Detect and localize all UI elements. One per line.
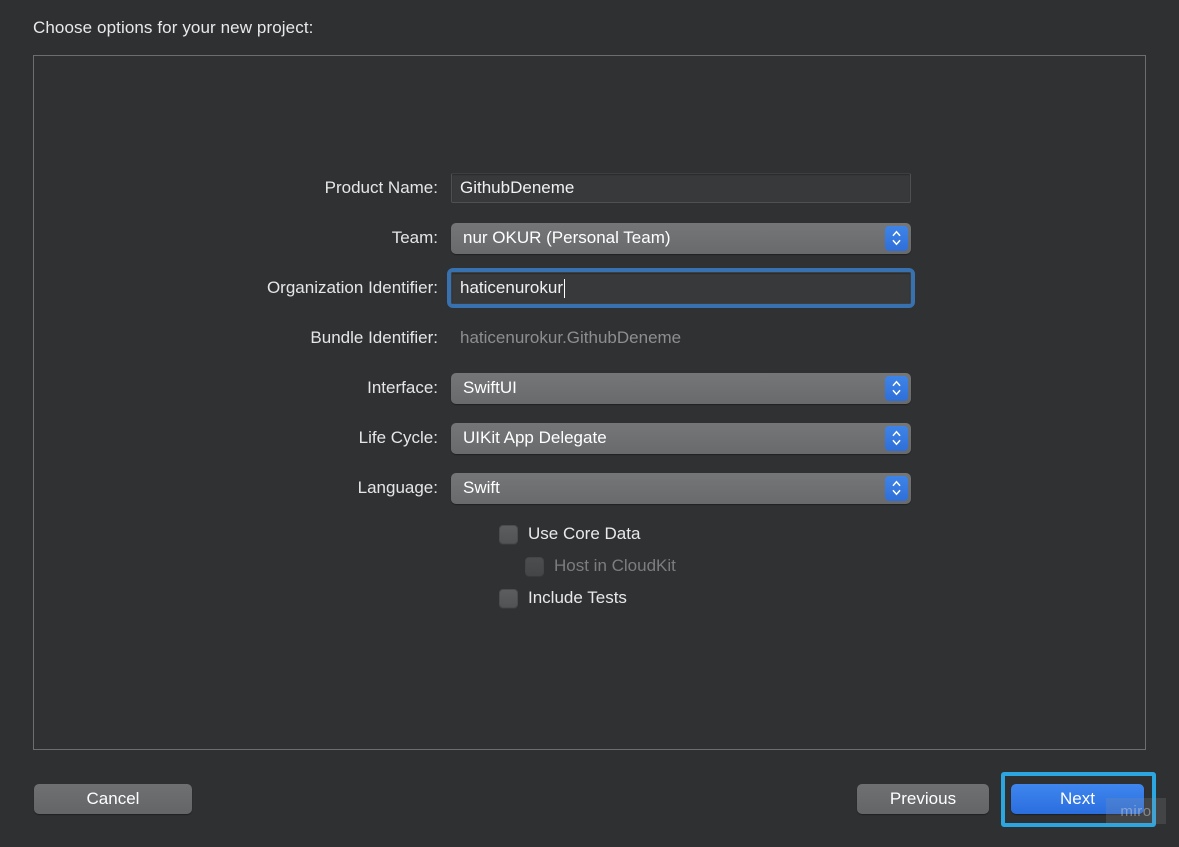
form-row-product-name: Product Name: GithubDeneme	[34, 171, 1145, 205]
use-core-data-checkbox[interactable]	[499, 524, 518, 544]
organization-identifier-value: haticenurokur	[460, 278, 564, 297]
organization-identifier-focus-ring: haticenurokur	[447, 268, 915, 308]
team-label: Team:	[391, 228, 438, 247]
interface-select[interactable]: SwiftUI	[451, 372, 911, 404]
product-name-input[interactable]: GithubDeneme	[451, 173, 911, 203]
chevron-up-down-icon[interactable]	[885, 225, 908, 251]
page-title: Choose options for your new project:	[33, 18, 314, 37]
chevron-up-down-icon[interactable]	[885, 375, 908, 401]
language-select[interactable]: Swift	[451, 472, 911, 504]
host-in-cloudkit-checkbox	[525, 556, 544, 576]
interface-control: SwiftUI	[451, 372, 911, 404]
team-select[interactable]: nur OKUR (Personal Team)	[451, 222, 911, 254]
language-select-value: Swift	[463, 478, 500, 497]
form-row-interface: Interface: SwiftUI	[34, 371, 1145, 405]
form-row-language: Language: Swift	[34, 471, 1145, 505]
team-control: nur OKUR (Personal Team)	[451, 222, 911, 254]
bundle-identifier-control: haticenurokur.GithubDeneme	[451, 328, 681, 348]
text-caret	[564, 278, 566, 298]
language-control: Swift	[451, 472, 911, 504]
chevron-up-down-icon[interactable]	[885, 475, 908, 501]
checkbox-row-use-core-data[interactable]: Use Core Data	[499, 521, 1145, 547]
organization-identifier-input[interactable]: haticenurokur	[451, 272, 911, 304]
life-cycle-select[interactable]: UIKit App Delegate	[451, 422, 911, 454]
checkbox-row-host-in-cloudkit: Host in CloudKit	[525, 553, 1145, 579]
form-row-team: Team: nur OKUR (Personal Team)	[34, 221, 1145, 255]
product-name-control: GithubDeneme	[451, 173, 911, 203]
form-row-life-cycle: Life Cycle: UIKit App Delegate	[34, 421, 1145, 455]
use-core-data-label: Use Core Data	[528, 524, 641, 543]
bundle-identifier-value: haticenurokur.GithubDeneme	[460, 328, 682, 347]
miro-watermark: miro	[1106, 798, 1166, 824]
chevron-up-down-icon[interactable]	[885, 425, 908, 451]
form-row-organization-identifier: Organization Identifier: haticenurokur	[34, 268, 1145, 308]
project-options-form: Product Name: GithubDeneme Team: nur OKU…	[34, 171, 1145, 617]
product-name-label: Product Name:	[324, 178, 438, 197]
interface-label: Interface:	[367, 378, 438, 397]
new-project-options-dialog: Choose options for your new project: Pro…	[0, 0, 1179, 847]
interface-select-value: SwiftUI	[463, 378, 517, 397]
life-cycle-label: Life Cycle:	[358, 428, 438, 447]
life-cycle-control: UIKit App Delegate	[451, 422, 911, 454]
previous-button[interactable]: Previous	[857, 784, 989, 814]
language-label: Language:	[357, 478, 438, 497]
form-row-bundle-identifier: Bundle Identifier: haticenurokur.GithubD…	[34, 321, 1145, 355]
checkbox-row-include-tests[interactable]: Include Tests	[499, 585, 1145, 611]
team-select-value: nur OKUR (Personal Team)	[463, 228, 671, 247]
cancel-button[interactable]: Cancel	[34, 784, 192, 814]
options-panel: Product Name: GithubDeneme Team: nur OKU…	[33, 55, 1146, 750]
host-in-cloudkit-label: Host in CloudKit	[554, 556, 676, 575]
include-tests-label: Include Tests	[528, 588, 627, 607]
organization-identifier-label: Organization Identifier:	[266, 278, 438, 297]
organization-identifier-control: haticenurokur	[447, 268, 915, 308]
life-cycle-select-value: UIKit App Delegate	[463, 428, 607, 447]
bundle-identifier-label: Bundle Identifier:	[310, 328, 438, 347]
include-tests-checkbox[interactable]	[499, 588, 518, 608]
